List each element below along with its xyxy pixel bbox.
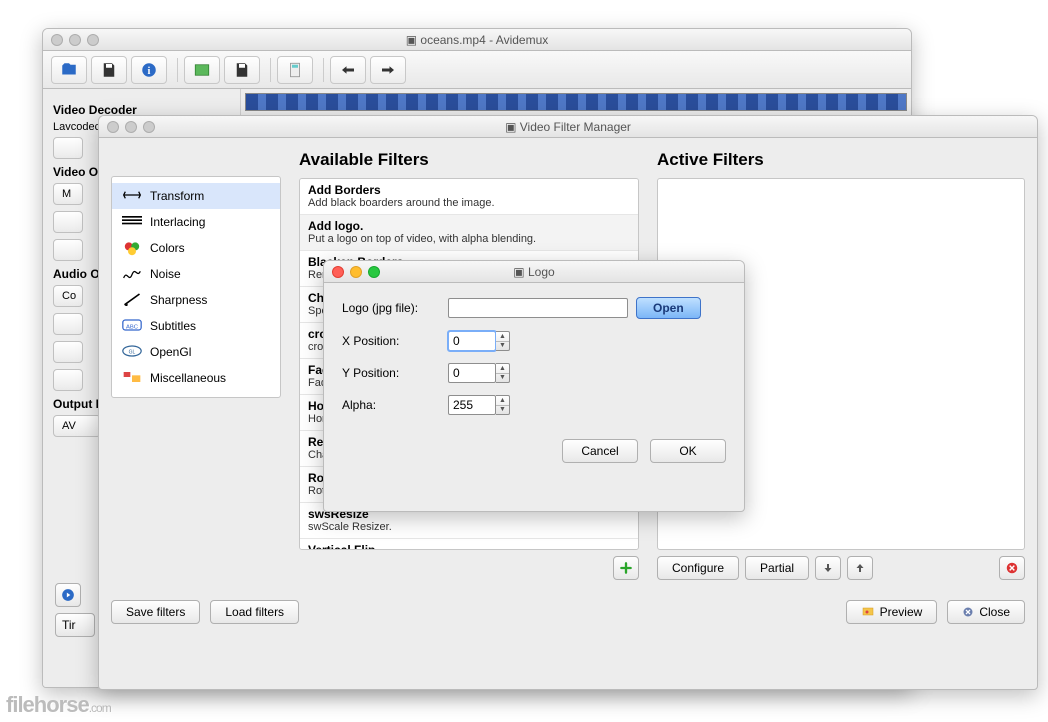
logo-file-label: Logo (jpg file): — [342, 301, 440, 315]
arrow-in-button[interactable] — [330, 56, 366, 84]
cancel-button[interactable]: Cancel — [562, 439, 638, 463]
filter-name: Add Borders — [308, 183, 630, 197]
partial-button[interactable]: Partial — [745, 556, 809, 580]
configure-button[interactable]: Configure — [657, 556, 739, 580]
app-icon: ▣ — [406, 33, 417, 47]
filter-desc: Put a logo on top of video, with alpha b… — [308, 233, 630, 245]
alpha-input[interactable] — [448, 395, 496, 415]
load-filters-button[interactable]: Load filters — [210, 600, 299, 624]
filter-desc: Add black boarders around the image. — [308, 197, 630, 209]
noise-icon — [122, 266, 142, 282]
category-interlace[interactable]: Interlacing — [112, 209, 280, 235]
main-title: oceans.mp4 - Avidemux — [420, 33, 548, 47]
audio-output-button[interactable]: Co — [53, 285, 83, 307]
interlace-icon — [122, 214, 142, 230]
play-button[interactable] — [55, 583, 81, 607]
fm-app-icon: ▣ — [505, 120, 516, 134]
logo-title: Logo — [528, 265, 555, 279]
filter-row[interactable]: Vertical Flip — [300, 539, 638, 550]
available-filters-head: Available Filters — [299, 150, 639, 170]
category-ogl[interactable]: GL OpenGl — [112, 339, 280, 365]
open-file-button[interactable]: Open — [636, 297, 701, 319]
svg-text:GL: GL — [129, 350, 136, 356]
watermark: filehorse.com — [6, 692, 111, 718]
video-output-extra2[interactable] — [53, 239, 83, 261]
category-label: Noise — [150, 267, 181, 281]
svg-text:ABC: ABC — [126, 324, 138, 330]
main-window-controls[interactable] — [43, 34, 99, 46]
misc-icon — [122, 370, 142, 386]
filter-desc: swScale Resizer. — [308, 521, 630, 533]
logo-window-controls[interactable] — [324, 266, 380, 278]
video-output-button[interactable]: M — [53, 183, 83, 205]
main-titlebar: ▣ oceans.mp4 - Avidemux — [43, 29, 911, 51]
video-output-extra1[interactable] — [53, 211, 83, 233]
remove-filter-button[interactable] — [999, 556, 1025, 580]
ogl-icon: GL — [122, 344, 142, 360]
save-filters-button[interactable]: Save filters — [111, 600, 200, 624]
category-transform[interactable]: Transform — [112, 183, 280, 209]
calc-button[interactable] — [277, 56, 313, 84]
preview-button[interactable]: Preview — [846, 600, 938, 624]
category-noise[interactable]: Noise — [112, 261, 280, 287]
logo-app-icon: ▣ — [513, 265, 524, 279]
x-position-label: X Position: — [342, 334, 440, 348]
move-up-button[interactable] — [847, 556, 873, 580]
colors-icon — [122, 240, 142, 256]
category-label: Miscellaneous — [150, 371, 226, 385]
y-position-input[interactable] — [448, 363, 496, 383]
x-position-stepper[interactable]: ▲▼ — [496, 331, 510, 351]
close-button[interactable]: Close — [947, 600, 1025, 624]
category-sharp[interactable]: Sharpness — [112, 287, 280, 313]
filter-row[interactable]: Add BordersAdd black boarders around the… — [300, 179, 638, 215]
y-position-label: Y Position: — [342, 366, 440, 380]
category-label: Subtitles — [150, 319, 196, 333]
category-label: Interlacing — [150, 215, 205, 229]
y-position-stepper[interactable]: ▲▼ — [496, 363, 510, 383]
fm-title: Video Filter Manager — [520, 120, 631, 134]
main-toolbar: i — [43, 51, 911, 89]
move-down-button[interactable] — [815, 556, 841, 580]
svg-text:i: i — [148, 65, 151, 76]
category-list[interactable]: Transform Interlacing Colors Noise Sharpness… — [111, 176, 281, 398]
fm-window-controls[interactable] — [99, 121, 155, 133]
transform-icon — [122, 188, 142, 204]
add-filter-button[interactable] — [613, 556, 639, 580]
category-label: Transform — [150, 189, 204, 203]
category-label: OpenGl — [150, 345, 191, 359]
output-format-button[interactable]: AV — [53, 415, 101, 437]
video-thumbnail-strip — [245, 93, 907, 111]
audio-output-extra2[interactable] — [53, 341, 83, 363]
filter-name: Add logo. — [308, 219, 630, 233]
logo-file-input[interactable] — [448, 298, 628, 318]
logo-titlebar: ▣ Logo — [324, 261, 744, 283]
subs-icon: ABC — [122, 318, 142, 334]
category-label: Colors — [150, 241, 185, 255]
open-file-button[interactable] — [51, 56, 87, 84]
category-misc[interactable]: Miscellaneous — [112, 365, 280, 391]
fm-titlebar: ▣ Video Filter Manager — [99, 116, 1037, 138]
arrow-out-button[interactable] — [370, 56, 406, 84]
category-colors[interactable]: Colors — [112, 235, 280, 261]
audio-output-extra1[interactable] — [53, 313, 83, 335]
logo-dialog: ▣ Logo Logo (jpg file): Open X Position:… — [323, 260, 745, 512]
filter-row[interactable]: Add logo.Put a logo on top of video, wit… — [300, 215, 638, 251]
ok-button[interactable]: OK — [650, 439, 726, 463]
filter-name: Vertical Flip — [308, 543, 630, 550]
category-subs[interactable]: ABC Subtitles — [112, 313, 280, 339]
sharp-icon — [122, 292, 142, 308]
image-button[interactable] — [184, 56, 220, 84]
x-position-input[interactable] — [448, 331, 496, 351]
alpha-label: Alpha: — [342, 398, 440, 412]
audio-output-extra3[interactable] — [53, 369, 83, 391]
alpha-stepper[interactable]: ▲▼ — [496, 395, 510, 415]
category-label: Sharpness — [150, 293, 207, 307]
save-file-button[interactable] — [91, 56, 127, 84]
save-image-button[interactable] — [224, 56, 260, 84]
active-filters-head: Active Filters — [657, 150, 1025, 170]
time-button[interactable]: Tir — [55, 613, 95, 637]
decoder-config-button[interactable] — [53, 137, 83, 159]
info-button[interactable]: i — [131, 56, 167, 84]
